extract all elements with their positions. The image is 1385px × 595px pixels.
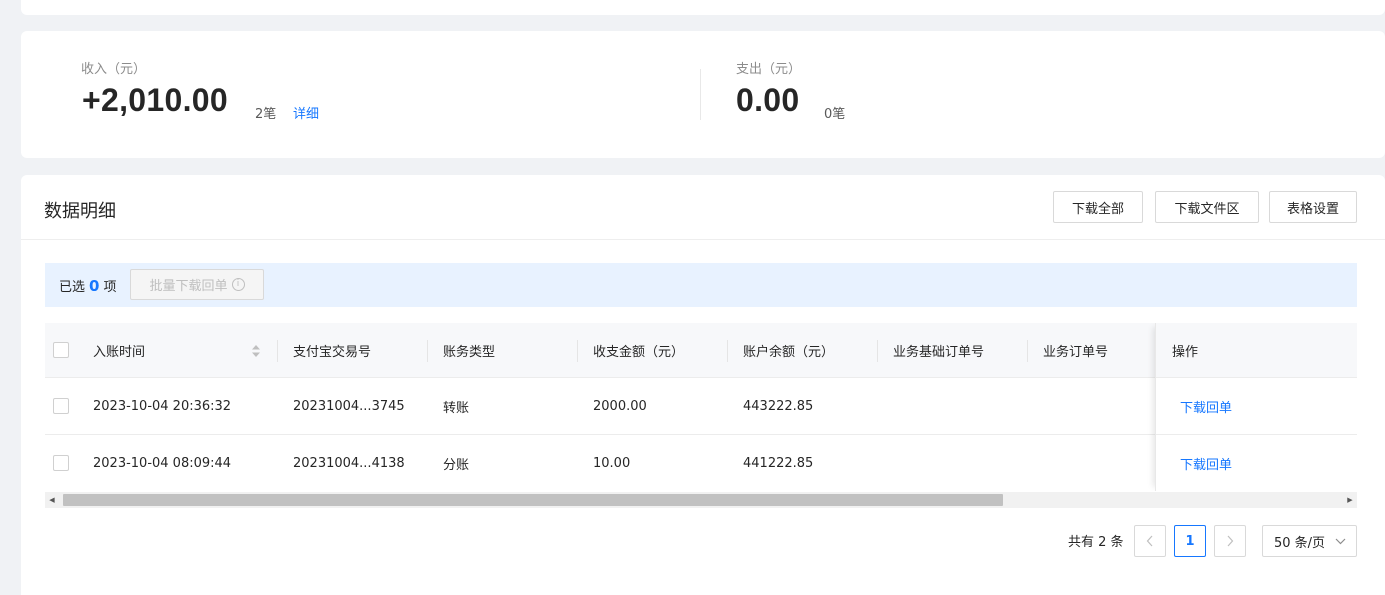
income-detail-link[interactable]: 详细 xyxy=(293,103,319,122)
horizontal-scrollbar[interactable]: ◀ ▶ xyxy=(45,492,1357,508)
scroll-right-arrow-icon[interactable]: ▶ xyxy=(1343,492,1357,508)
income-label: 收入（元） xyxy=(81,62,147,77)
column-header: 支付宝交易号 xyxy=(293,344,372,360)
scrollbar-thumb[interactable] xyxy=(63,494,1003,506)
column-header: 业务订单号 xyxy=(1043,344,1109,360)
prev-page-button[interactable] xyxy=(1134,525,1166,557)
batch-download-label: 批量下载回单 xyxy=(149,279,228,294)
download-receipt-link[interactable]: 下载回单 xyxy=(1180,378,1232,434)
data-table: 入账时间 支付宝交易号 账务类型 收支金额（元） 账户余额（元） 业务基础订单号… xyxy=(45,323,1357,491)
column-header: 业务基础订单号 xyxy=(893,344,985,360)
download-receipt-link[interactable]: 下载回单 xyxy=(1180,435,1232,491)
column-divider xyxy=(727,340,728,362)
pagination-total: 共有 2 条 xyxy=(1068,535,1124,550)
cell-trade-no: 20231004...4138 xyxy=(293,455,405,471)
selection-bar: 已选 0 项 批量下载回单 i xyxy=(45,263,1357,307)
select-all-checkbox[interactable] xyxy=(53,342,69,358)
header-divider xyxy=(21,239,1385,240)
select-all-checkbox-cell xyxy=(53,323,69,377)
cell-type: 转账 xyxy=(443,400,470,416)
chevron-right-icon xyxy=(1227,535,1234,547)
operations-header: 操作 xyxy=(1156,323,1357,378)
column-divider xyxy=(1027,340,1028,362)
chevron-left-icon xyxy=(1146,535,1153,547)
download-all-button[interactable]: 下载全部 xyxy=(1053,191,1143,223)
info-icon: i xyxy=(231,278,245,291)
column-divider xyxy=(427,340,428,362)
cell-amount: 2000.00 xyxy=(593,398,647,414)
column-divider xyxy=(277,340,278,362)
row-checkbox[interactable] xyxy=(53,455,69,471)
operations-cell: 下载回单 xyxy=(1156,435,1357,491)
selection-status: 已选 0 项 xyxy=(59,276,116,295)
cell-balance: 443222.85 xyxy=(743,398,814,414)
next-page-button[interactable] xyxy=(1214,525,1246,557)
column-header: 收支金额（元） xyxy=(593,344,685,360)
column-header[interactable]: 入账时间 xyxy=(93,323,145,377)
cell-trade-no: 20231004...3745 xyxy=(293,398,405,414)
page-number-button[interactable]: 1 xyxy=(1174,525,1206,557)
top-card-strip xyxy=(21,0,1385,15)
operations-cell: 下载回单 xyxy=(1156,378,1357,435)
operations-column: 操作 下载回单 下载回单 xyxy=(1155,323,1357,491)
page-title: 数据明细 xyxy=(44,201,116,222)
cell-amount: 10.00 xyxy=(593,455,631,471)
batch-download-button[interactable]: 批量下载回单 i xyxy=(130,269,264,300)
column-header: 账户余额（元） xyxy=(743,344,835,360)
chevron-down-icon xyxy=(1335,538,1346,545)
expense-label: 支出（元） xyxy=(736,62,802,77)
selection-suffix: 项 xyxy=(103,280,117,295)
summary-divider xyxy=(700,69,701,120)
sort-icon[interactable] xyxy=(251,344,261,358)
expense-amount: 0.00 xyxy=(736,82,800,118)
column-header: 账务类型 xyxy=(443,344,496,360)
expense-count: 0笔 xyxy=(824,107,846,122)
scroll-left-arrow-icon[interactable]: ◀ xyxy=(45,492,59,508)
summary-card: 收入（元） +2,010.00 2笔 详细 支出（元） 0.00 0笔 xyxy=(21,31,1385,158)
page-size-select[interactable]: 50 条/页 xyxy=(1262,525,1357,557)
row-checkbox-cell xyxy=(53,435,69,491)
cell-type: 分账 xyxy=(443,457,470,473)
page-size-value: 50 条/页 xyxy=(1274,535,1326,551)
cell-time: 2023-10-04 20:36:32 xyxy=(93,398,232,414)
income-count: 2笔 xyxy=(255,107,277,122)
selection-count: 0 xyxy=(89,277,100,295)
row-checkbox-cell xyxy=(53,378,69,434)
table-settings-button[interactable]: 表格设置 xyxy=(1269,191,1357,223)
row-checkbox[interactable] xyxy=(53,398,69,414)
income-amount: +2,010.00 xyxy=(82,82,228,118)
download-area-button[interactable]: 下载文件区 xyxy=(1155,191,1259,223)
data-detail-card: 数据明细 下载全部 下载文件区 表格设置 已选 0 项 批量下载回单 i 入账时间 … xyxy=(21,175,1385,595)
column-header: 操作 xyxy=(1172,344,1199,360)
column-divider xyxy=(577,340,578,362)
cell-time: 2023-10-04 08:09:44 xyxy=(93,455,232,471)
column-divider xyxy=(877,340,878,362)
cell-balance: 441222.85 xyxy=(743,455,814,471)
selection-prefix: 已选 xyxy=(59,280,86,295)
